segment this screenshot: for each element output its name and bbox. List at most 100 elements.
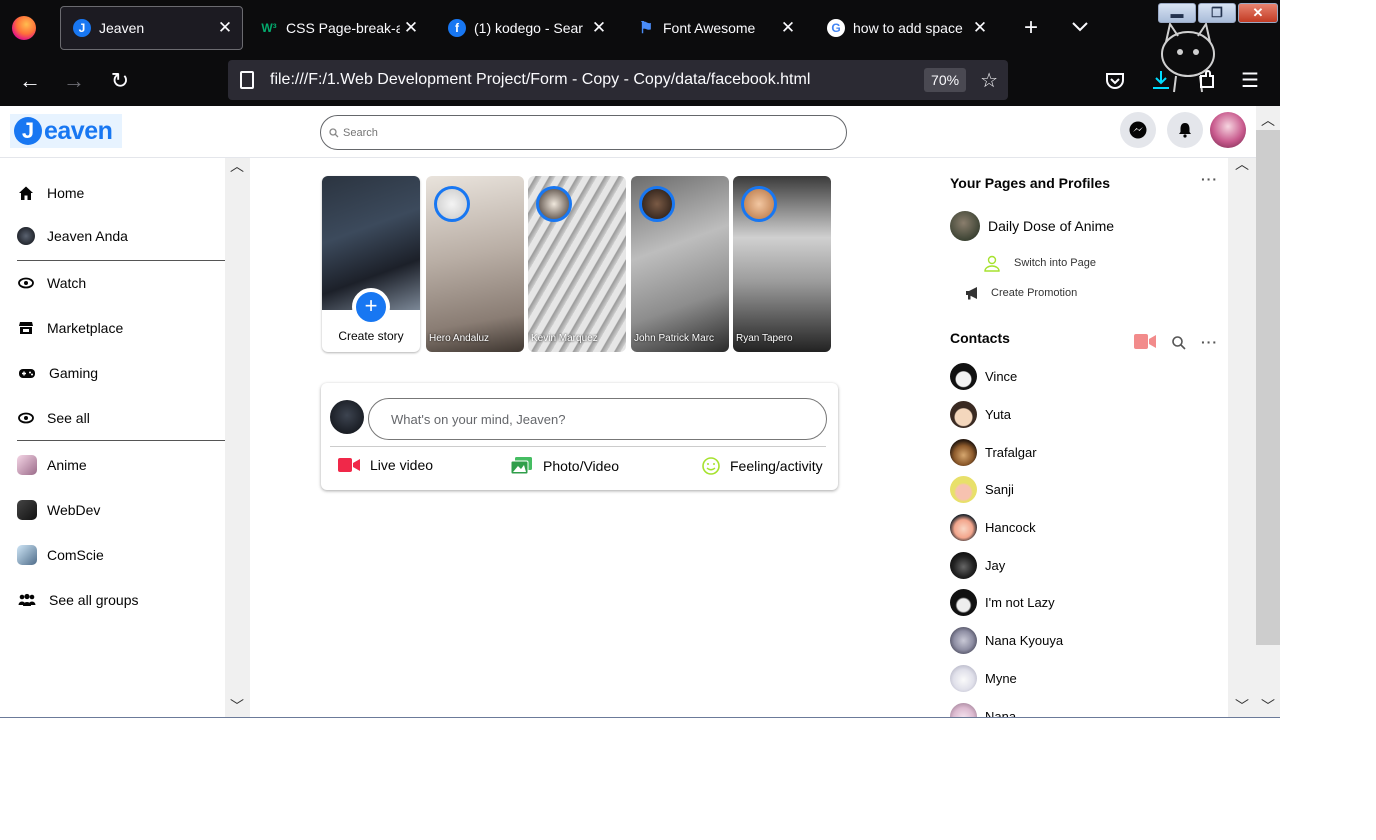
contact-name: Nana [985, 709, 1017, 718]
downloads-icon[interactable] [1150, 69, 1172, 91]
menu-hamburger-icon[interactable]: ☰ [1238, 69, 1262, 93]
tab-google-search[interactable]: G how to add space ✕ [815, 6, 997, 50]
story-card[interactable]: Hero Andaluz [426, 176, 524, 352]
sidebar-scrollbar[interactable]: ︿ ﹀ [225, 156, 250, 717]
contacts-heading: Contacts [950, 330, 1010, 346]
search-contacts-icon[interactable] [1172, 336, 1186, 350]
sidebar-item-see-all[interactable]: See all [17, 409, 90, 427]
url-text[interactable]: file:///F:/1.Web Development Project/For… [270, 71, 924, 89]
notifications-button[interactable] [1167, 112, 1203, 148]
sidebar-item-label: ComScie [47, 547, 104, 563]
close-tab-icon[interactable]: ✕ [588, 18, 610, 38]
account-avatar[interactable] [1210, 112, 1246, 148]
close-tab-icon[interactable]: ✕ [777, 18, 799, 38]
composer-avatar[interactable] [330, 400, 364, 434]
feeling-activity-button[interactable]: Feeling/activity [702, 457, 823, 475]
right-sidebar: Your Pages and Profiles ··· Daily Dose o… [950, 158, 1230, 718]
scroll-up-icon[interactable]: ︿ [1256, 110, 1280, 130]
scroll-down-icon[interactable]: ﹀ [1256, 696, 1280, 716]
scroll-up-icon[interactable]: ︿ [1230, 154, 1254, 174]
sidebar-item-home[interactable]: Home [17, 184, 84, 202]
sidebar-divider [17, 260, 225, 261]
contact-item[interactable]: Vince [950, 363, 1017, 390]
story-author: Hero Andaluz [429, 333, 490, 344]
contact-item[interactable]: Hancock [950, 514, 1036, 541]
tab-title: Jeaven [99, 20, 145, 36]
story-card[interactable]: John Patrick Marc [631, 176, 729, 352]
sidebar-group-webdev[interactable]: WebDev [17, 500, 100, 520]
close-tab-icon[interactable]: ✕ [214, 18, 236, 38]
tab-strip: J Jeaven ✕ W³ CSS Page-break-a ✕ f (1) k… [0, 0, 1280, 93]
firefox-logo-icon[interactable] [12, 16, 36, 40]
tab-font-awesome[interactable]: ⚑ Font Awesome ✕ [625, 6, 805, 50]
restore-window-icon[interactable]: ❐ [1198, 3, 1236, 23]
plus-icon[interactable]: + [352, 288, 390, 326]
page-scrollbar[interactable]: ︿ ﹀ [1256, 106, 1280, 717]
create-story-card[interactable]: + Create story [322, 176, 420, 352]
jeaven-favicon-icon: J [73, 19, 91, 37]
switch-into-page-link[interactable]: Switch into Page [983, 254, 1096, 272]
sidebar-item-gaming[interactable]: Gaming [17, 364, 98, 382]
new-room-video-icon[interactable] [1134, 334, 1156, 349]
composer-placeholder: What's on your mind, Jeaven? [391, 411, 566, 427]
close-tab-icon[interactable]: ✕ [400, 18, 422, 38]
more-options-icon[interactable]: ··· [1201, 171, 1218, 187]
right-sidebar-scrollbar[interactable]: ︿ ﹀ [1228, 156, 1256, 717]
minimize-window-icon[interactable]: ▬ [1158, 3, 1196, 23]
scroll-up-icon[interactable]: ︿ [225, 156, 249, 176]
contact-item[interactable]: Sanji [950, 476, 1014, 503]
sidebar-item-marketplace[interactable]: Marketplace [17, 319, 123, 337]
search-box[interactable] [320, 115, 847, 150]
contact-item[interactable]: Trafalgar [950, 439, 1037, 466]
tab-kodego[interactable]: f (1) kodego - Sear ✕ [436, 6, 616, 50]
photo-video-button[interactable]: Photo/Video [511, 457, 619, 475]
contact-item[interactable]: Nana Kyouya [950, 627, 1063, 654]
contact-item[interactable]: Nana [950, 703, 1017, 718]
forward-arrow-icon[interactable]: → [62, 69, 86, 93]
contact-item[interactable]: I'm not Lazy [950, 589, 1055, 616]
live-video-button[interactable]: Live video [338, 457, 433, 473]
w3schools-favicon-icon: W³ [261, 21, 277, 35]
page-avatar [950, 211, 980, 241]
story-card[interactable]: Ryan Tapero [733, 176, 831, 352]
zoom-level-badge[interactable]: 70% [924, 68, 967, 92]
contact-item[interactable]: Myne [950, 665, 1017, 692]
pocket-icon[interactable] [1104, 70, 1126, 92]
close-window-icon[interactable]: ✕ [1238, 3, 1278, 23]
bookmark-star-icon[interactable]: ☆ [980, 68, 998, 93]
tab-jeaven[interactable]: J Jeaven ✕ [60, 6, 243, 50]
contact-avatar [950, 439, 977, 466]
create-promotion-link[interactable]: Create Promotion [965, 286, 1077, 300]
logo-text: eaven [44, 116, 113, 145]
address-bar[interactable]: file:///F:/1.Web Development Project/For… [228, 60, 1008, 100]
contact-item[interactable]: Yuta [950, 401, 1011, 428]
extensions-icon[interactable] [1196, 69, 1218, 91]
back-arrow-icon[interactable]: ← [18, 69, 42, 93]
story-avatar [536, 186, 572, 222]
scroll-down-icon[interactable]: ﹀ [225, 696, 249, 716]
page-scrollbar-thumb[interactable] [1256, 130, 1280, 645]
list-all-tabs-icon[interactable] [1070, 16, 1090, 36]
site-logo[interactable]: J eaven [10, 114, 122, 148]
story-card[interactable]: Kevin Marquez [528, 176, 626, 352]
messenger-button[interactable] [1120, 112, 1156, 148]
sidebar-group-anime[interactable]: Anime [17, 455, 87, 475]
sidebar-see-all-groups[interactable]: See all groups [17, 591, 139, 609]
sidebar-group-comscie[interactable]: ComScie [17, 545, 104, 565]
sidebar-item-label: See all groups [49, 592, 139, 608]
contacts-options-icon[interactable]: ··· [1201, 334, 1218, 350]
page-item[interactable]: Daily Dose of Anime [950, 211, 1114, 241]
composer-divider [330, 446, 826, 447]
sidebar-item-profile[interactable]: Jeaven Anda [17, 227, 128, 245]
sidebar-item-label: Anime [47, 457, 87, 473]
whats-on-your-mind-input[interactable]: What's on your mind, Jeaven? [368, 398, 827, 440]
contact-name: I'm not Lazy [985, 595, 1055, 610]
contact-item[interactable]: Jay [950, 552, 1005, 579]
reload-icon[interactable]: ↻ [108, 69, 132, 93]
tab-css-page-break[interactable]: W³ CSS Page-break-a ✕ [248, 6, 428, 50]
close-tab-icon[interactable]: ✕ [969, 18, 991, 38]
sidebar-item-watch[interactable]: Watch [17, 274, 86, 292]
scroll-down-icon[interactable]: ﹀ [1230, 696, 1254, 716]
new-tab-icon[interactable]: + [1019, 14, 1043, 42]
search-input[interactable] [343, 126, 823, 139]
